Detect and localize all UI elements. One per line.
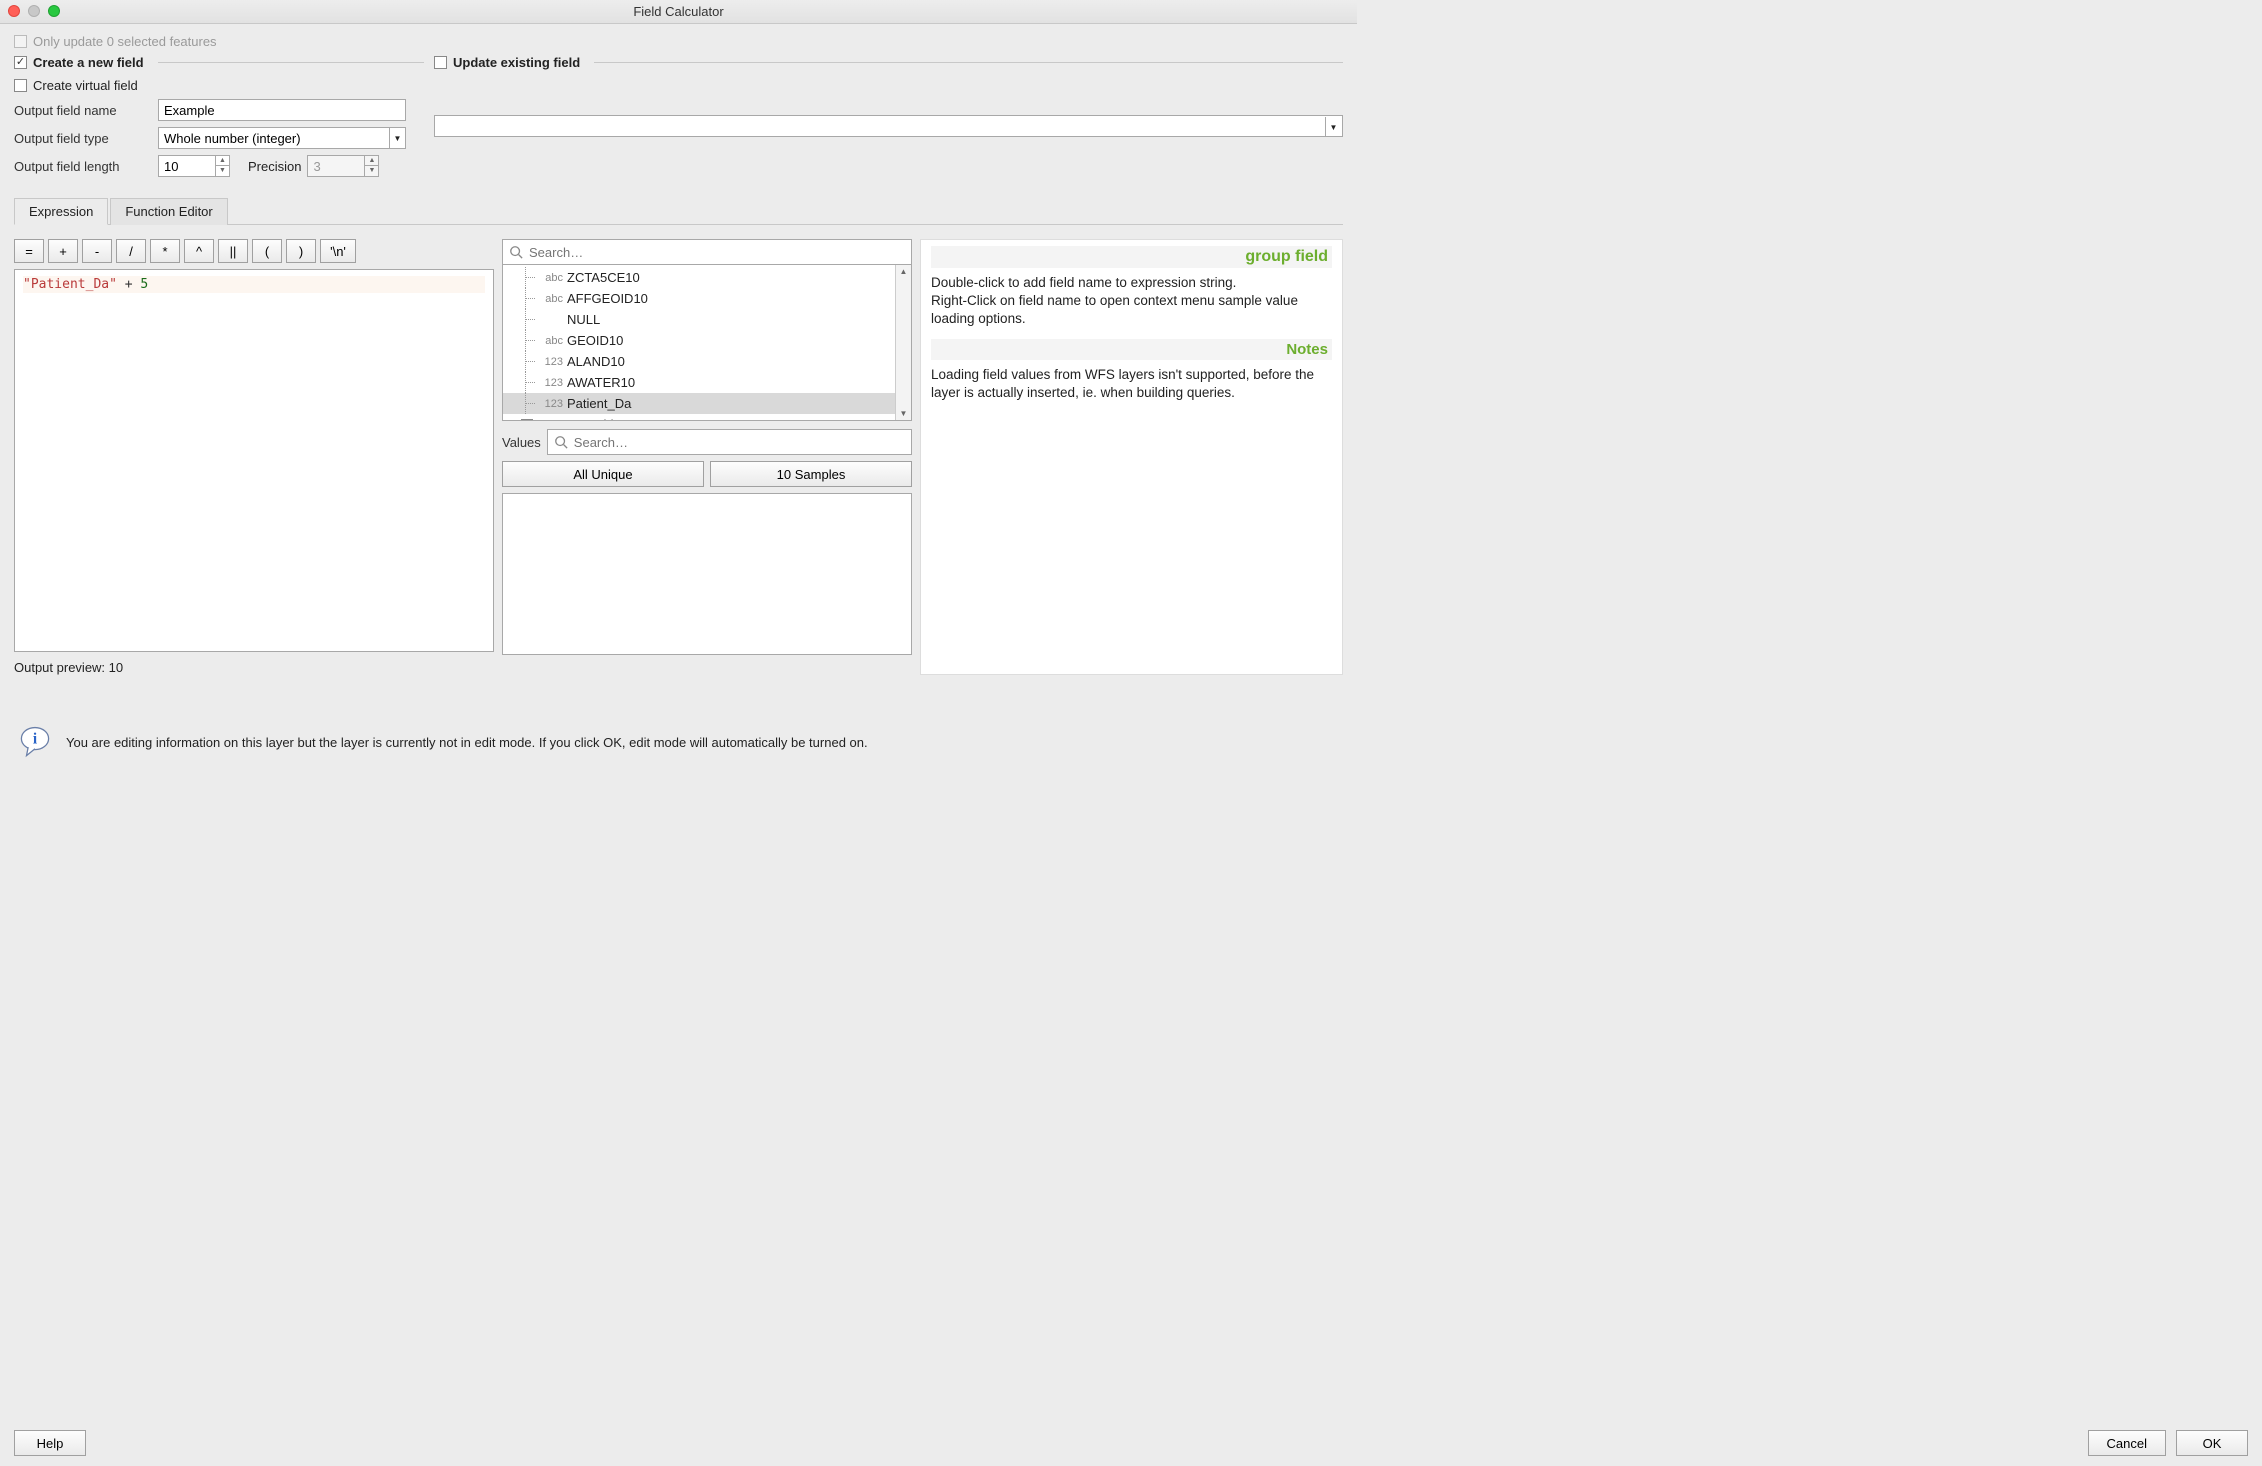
help-notes: Loading field values from WFS layers isn… [931,366,1332,402]
values-label: Values [502,435,541,450]
divider [594,62,1343,63]
operator-button[interactable]: ( [252,239,282,263]
operator-button[interactable]: / [116,239,146,263]
stepper-icon[interactable]: ▲▼ [215,156,229,176]
field-item[interactable]: NULL [503,309,911,330]
values-list[interactable] [502,493,912,655]
field-type-badge: abc [541,272,567,284]
output-field-name-label: Output field name [14,103,152,118]
operator-button[interactable]: ^ [184,239,214,263]
tree-group-label: Fuzzy Matching [537,417,628,421]
expression-token-field: "Patient_Da" [23,277,117,292]
minimize-icon [28,5,40,17]
search-icon [509,245,523,259]
ten-samples-button[interactable]: 10 Samples [710,461,912,487]
field-name: ALAND10 [567,354,911,369]
info-text: You are editing information on this laye… [66,735,868,750]
output-field-type-label: Output field type [14,131,152,146]
help-body-2: Right-Click on field name to open contex… [931,292,1332,328]
field-type-badge: 123 [541,398,567,410]
only-update-selected-checkbox [14,35,27,48]
values-search-input[interactable] [574,430,911,454]
create-new-field-checkbox[interactable] [14,56,27,69]
ok-button[interactable]: OK [2176,1430,2248,1456]
expression-editor[interactable]: "Patient_Da" + 5 [14,269,494,652]
tab-expression[interactable]: Expression [14,198,108,225]
output-preview-label: Output preview: [14,660,105,675]
field-name: ZCTA5CE10 [567,270,911,285]
maximize-icon[interactable] [48,5,60,17]
operator-button[interactable]: ) [286,239,316,263]
field-item[interactable]: 123AWATER10 [503,372,911,393]
field-type-badge: abc [541,335,567,347]
tab-function-editor[interactable]: Function Editor [110,198,227,225]
close-icon[interactable] [8,5,20,17]
chevron-down-icon: ▼ [1325,117,1341,137]
create-virtual-field-label: Create virtual field [33,78,138,93]
scroll-down-icon[interactable]: ▼ [900,407,908,420]
operator-button[interactable]: * [150,239,180,263]
field-type-badge: 123 [541,356,567,368]
field-item[interactable]: abcGEOID10 [503,330,911,351]
only-update-selected-label: Only update 0 selected features [33,34,217,49]
divider [158,62,424,63]
field-search[interactable] [502,239,912,265]
window-title: Field Calculator [633,4,723,19]
output-field-name-input[interactable] [158,99,406,121]
field-name: AWATER10 [567,375,911,390]
scrollbar[interactable]: ▲ ▼ [895,265,911,420]
field-item[interactable]: 123Patient_Da [503,393,911,414]
help-title: group field [931,246,1332,268]
output-preview-value: 10 [109,660,123,675]
help-body-1: Double-click to add field name to expres… [931,274,1332,292]
operator-button[interactable]: - [82,239,112,263]
update-field-select[interactable]: ▼ [434,115,1343,137]
expand-icon[interactable]: + [521,419,533,422]
info-icon: i [18,725,52,759]
output-field-type-select[interactable] [158,127,406,149]
field-search-input[interactable] [529,240,911,264]
operator-button[interactable]: '\n' [320,239,356,263]
field-item[interactable]: 123ALAND10 [503,351,911,372]
expression-token-op: + [117,277,140,292]
values-search[interactable] [547,429,912,455]
field-name: Patient_Da [567,396,911,411]
field-type-badge: abc [541,293,567,305]
all-unique-button[interactable]: All Unique [502,461,704,487]
operator-button[interactable]: || [218,239,248,263]
scroll-up-icon[interactable]: ▲ [900,265,908,278]
update-existing-field-label: Update existing field [453,55,580,70]
field-name: AFFGEOID10 [567,291,911,306]
titlebar: Field Calculator [0,0,1357,24]
search-icon [554,435,568,449]
help-subtitle: Notes [931,339,1332,360]
window-controls [8,5,60,17]
field-tree[interactable]: abcZCTA5CE10abcAFFGEOID10NULLabcGEOID101… [502,265,912,421]
operator-button[interactable]: + [48,239,78,263]
field-name: NULL [567,312,911,327]
field-item[interactable]: abcAFFGEOID10 [503,288,911,309]
expression-token-num: 5 [140,277,148,292]
create-new-field-label: Create a new field [33,55,144,70]
help-button[interactable]: Help [14,1430,86,1456]
precision-label: Precision [248,159,301,174]
field-type-badge: 123 [541,377,567,389]
operator-button[interactable]: = [14,239,44,263]
create-virtual-field-checkbox[interactable] [14,79,27,92]
cancel-button[interactable]: Cancel [2088,1430,2166,1456]
update-existing-field-checkbox[interactable] [434,56,447,69]
tree-group[interactable]: + Fuzzy Matching [503,414,911,421]
output-field-length-label: Output field length [14,159,152,174]
help-panel: group field Double-click to add field na… [920,239,1343,675]
field-name: GEOID10 [567,333,911,348]
field-item[interactable]: abcZCTA5CE10 [503,267,911,288]
stepper-icon: ▲▼ [364,156,378,176]
